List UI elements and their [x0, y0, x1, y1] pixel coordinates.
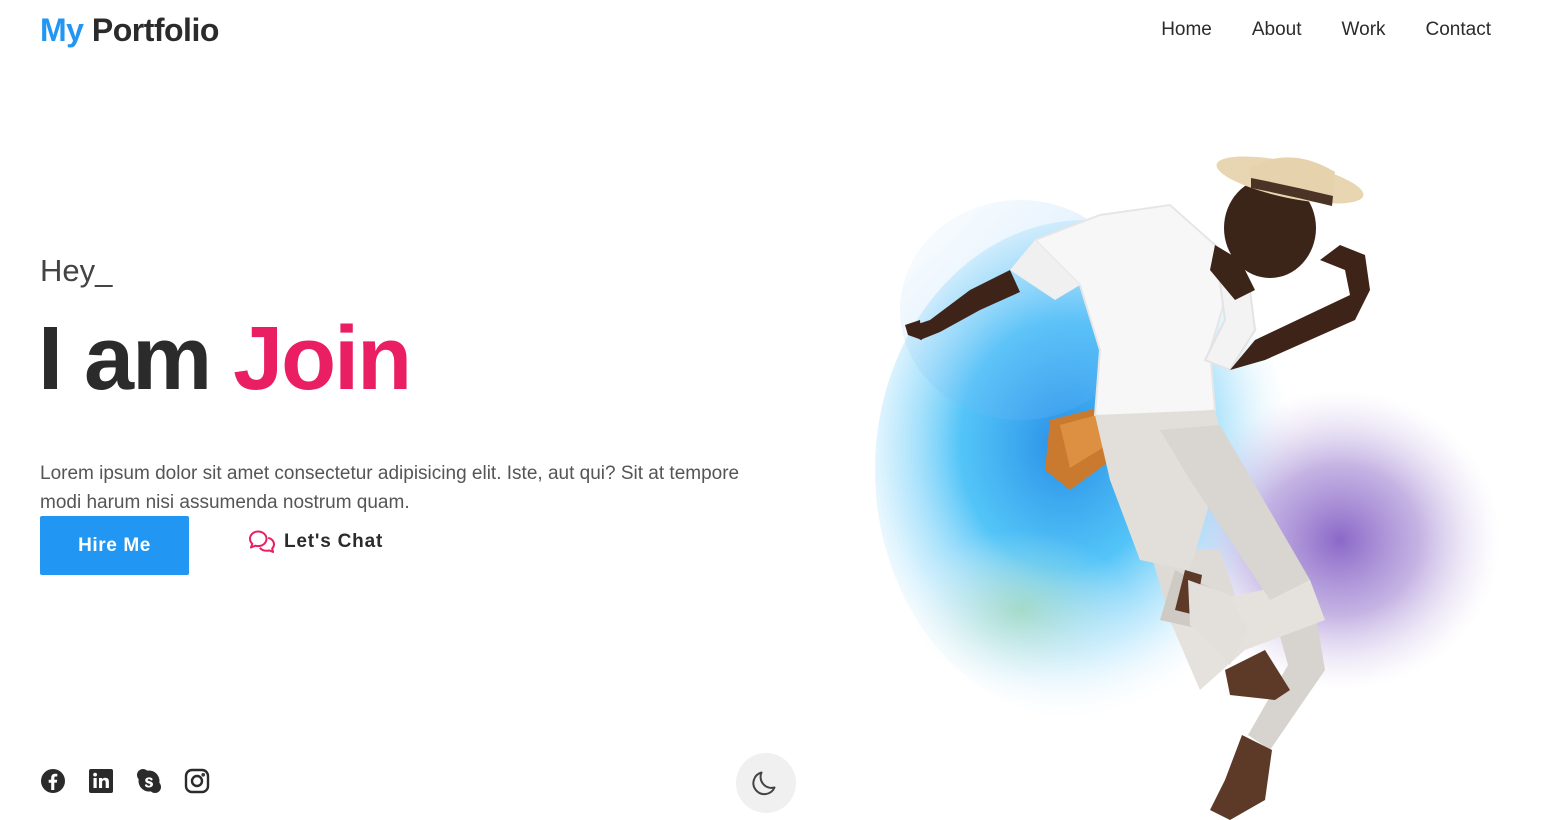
- linkedin-icon: [89, 769, 113, 793]
- nav-link-contact[interactable]: Contact: [1426, 19, 1491, 41]
- hero-image: [870, 150, 1510, 820]
- logo-accent-text: My: [40, 12, 84, 48]
- hero-description: Lorem ipsum dolor sit amet consectetur a…: [40, 463, 740, 513]
- social-links: [40, 768, 210, 794]
- main-nav: Home About Work Contact: [1161, 19, 1491, 41]
- instagram-link[interactable]: [184, 768, 210, 794]
- moon-icon: [752, 771, 776, 796]
- nav-link-work[interactable]: Work: [1342, 19, 1386, 41]
- lets-chat-label: Let's Chat: [284, 531, 384, 552]
- skype-link[interactable]: [136, 768, 162, 794]
- theme-toggle-button[interactable]: [736, 753, 796, 813]
- portfolio-page: My Portfolio Home About Work Contact Hey…: [0, 0, 1543, 820]
- chat-icon: [249, 530, 275, 553]
- hero-headline: I am Join: [38, 309, 412, 409]
- logo-rest-text: Portfolio: [83, 12, 220, 48]
- nav-link-home[interactable]: Home: [1161, 19, 1212, 41]
- hero-greeting: Hey_: [40, 253, 113, 288]
- hire-me-button[interactable]: Hire Me: [40, 516, 189, 575]
- skype-icon: [137, 769, 161, 793]
- facebook-link[interactable]: [40, 768, 66, 794]
- instagram-icon: [184, 768, 210, 794]
- nav-link-about[interactable]: About: [1252, 19, 1302, 41]
- dancer-illustration: [875, 156, 1500, 820]
- facebook-icon: [41, 769, 65, 793]
- lets-chat-button[interactable]: Let's Chat: [248, 528, 383, 556]
- linkedin-link[interactable]: [88, 768, 114, 794]
- site-logo[interactable]: My Portfolio: [40, 12, 219, 49]
- headline-prefix: I am: [38, 309, 234, 409]
- headline-name: Join: [233, 309, 412, 409]
